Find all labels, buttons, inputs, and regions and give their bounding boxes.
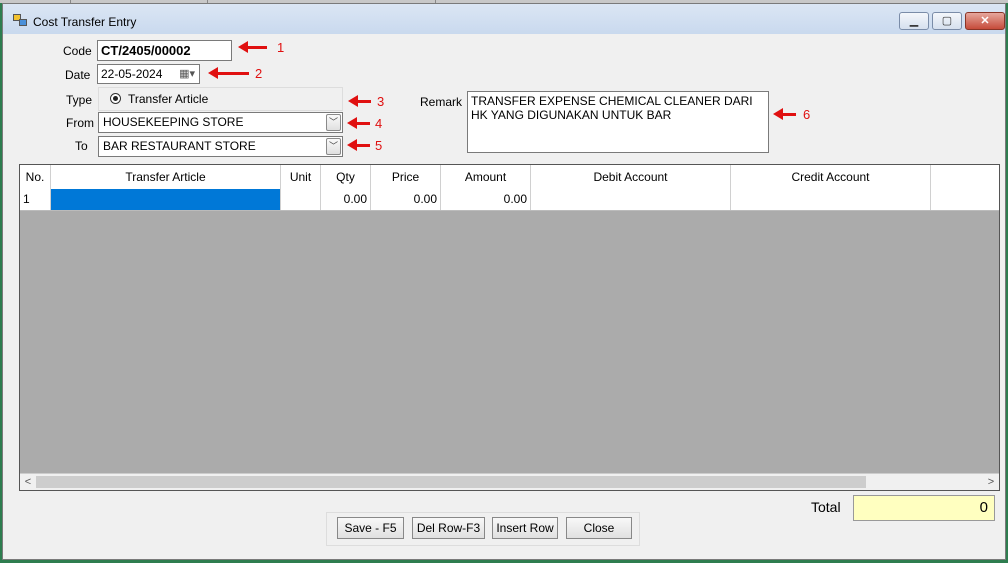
amount-cell[interactable]: 0.00 xyxy=(441,189,531,210)
scroll-right-icon[interactable]: > xyxy=(983,474,999,490)
calendar-dropdown-icon[interactable]: ▦▾ xyxy=(179,67,195,80)
row-no-cell[interactable]: 1 xyxy=(20,189,51,210)
transfer-grid[interactable]: No. Transfer Article Unit Qty Price Amou… xyxy=(19,164,1000,491)
chevron-down-icon[interactable]: ﹀ xyxy=(326,138,341,155)
to-combobox[interactable]: BAR RESTAURANT STORE ﹀ xyxy=(98,136,343,157)
from-label: From xyxy=(66,116,94,130)
date-value: 22-05-2024 xyxy=(101,67,163,81)
annotation-arrow xyxy=(347,139,370,151)
unit-cell[interactable] xyxy=(281,189,321,210)
radio-dot-icon xyxy=(113,96,118,101)
app-icon xyxy=(13,14,27,26)
horizontal-scrollbar[interactable]: < > xyxy=(20,473,999,490)
column-header-filler xyxy=(931,165,999,189)
type-option-label[interactable]: Transfer Article xyxy=(128,92,208,106)
from-combobox[interactable]: HOUSEKEEPING STORE ﹀ xyxy=(98,112,343,133)
filler-cell xyxy=(931,189,999,210)
chevron-down-icon[interactable]: ﹀ xyxy=(326,114,341,131)
credit-account-cell[interactable] xyxy=(731,189,931,210)
window-title: Cost Transfer Entry xyxy=(33,15,137,29)
annotation-arrow xyxy=(208,67,249,79)
column-header-qty[interactable]: Qty xyxy=(321,165,371,189)
price-cell[interactable]: 0.00 xyxy=(371,189,441,210)
close-button[interactable]: Close xyxy=(566,517,632,539)
debit-account-cell[interactable] xyxy=(531,189,731,210)
column-header-unit[interactable]: Unit xyxy=(281,165,321,189)
close-window-button[interactable]: ✕ xyxy=(965,12,1005,30)
save-button[interactable]: Save - F5 xyxy=(337,517,404,539)
column-header-credit-account[interactable]: Credit Account xyxy=(731,165,931,189)
remark-label: Remark xyxy=(420,95,463,109)
from-value: HOUSEKEEPING STORE xyxy=(103,115,244,129)
to-label: To xyxy=(75,139,88,153)
remark-textarea[interactable]: TRANSFER EXPENSE CHEMICAL CLEANER DARI H… xyxy=(467,91,769,153)
date-label: Date xyxy=(65,68,91,82)
table-row[interactable]: 1 0.00 0.00 0.00 xyxy=(20,189,999,211)
scroll-left-icon[interactable]: < xyxy=(20,474,36,490)
annotation-number: 3 xyxy=(377,94,385,109)
maximize-button[interactable]: ▢ xyxy=(932,12,962,30)
annotation-number: 5 xyxy=(375,138,383,153)
column-header-transfer-article[interactable]: Transfer Article xyxy=(51,165,281,189)
code-label: Code xyxy=(63,44,92,58)
total-field: 0 xyxy=(853,495,995,521)
annotation-arrow xyxy=(238,41,267,53)
type-group: Transfer Article xyxy=(98,87,343,111)
annotation-arrow xyxy=(348,95,371,107)
total-label: Total xyxy=(811,499,841,515)
annotation-number: 4 xyxy=(375,116,383,131)
annotation-number: 1 xyxy=(277,40,285,55)
transfer-article-cell[interactable] xyxy=(51,189,281,210)
type-label: Type xyxy=(66,93,93,107)
code-field[interactable]: CT/2405/00002 xyxy=(97,40,232,61)
column-header-amount[interactable]: Amount xyxy=(441,165,531,189)
scrollbar-thumb[interactable] xyxy=(36,476,866,488)
insert-row-button[interactable]: Insert Row xyxy=(492,517,558,539)
annotation-number: 6 xyxy=(803,107,811,122)
annotation-arrow xyxy=(773,108,796,120)
delete-row-button[interactable]: Del Row-F3 xyxy=(412,517,485,539)
date-picker[interactable]: 22-05-2024 ▦▾ xyxy=(97,64,200,84)
annotation-arrow xyxy=(347,117,370,129)
grid-header: No. Transfer Article Unit Qty Price Amou… xyxy=(20,165,999,190)
to-value: BAR RESTAURANT STORE xyxy=(103,139,256,153)
title-bar[interactable]: Cost Transfer Entry ▁ ▢ ✕ xyxy=(3,4,1005,34)
cost-transfer-window: Cost Transfer Entry ▁ ▢ ✕ Code CT/2405/0… xyxy=(2,3,1006,560)
column-header-debit-account[interactable]: Debit Account xyxy=(531,165,731,189)
minimize-button[interactable]: ▁ xyxy=(899,12,929,30)
qty-cell[interactable]: 0.00 xyxy=(321,189,371,210)
annotation-number: 2 xyxy=(255,66,263,81)
column-header-no[interactable]: No. xyxy=(20,165,51,189)
column-header-price[interactable]: Price xyxy=(371,165,441,189)
radio-button[interactable] xyxy=(110,93,121,104)
